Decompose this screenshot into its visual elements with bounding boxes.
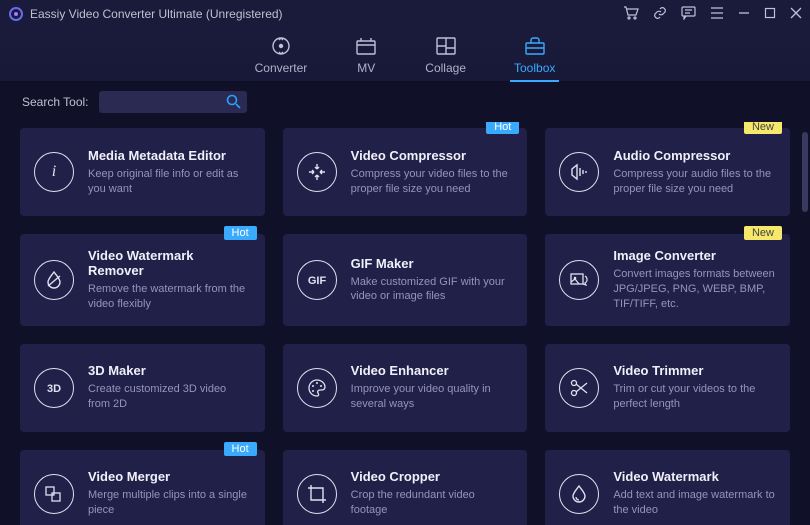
tool-card-video-watermark[interactable]: Video Watermark Add text and image waterm… xyxy=(545,450,790,525)
searchbar: Search Tool: xyxy=(0,82,810,122)
img-convert-icon xyxy=(559,260,599,300)
tab-toolbox[interactable]: Toolbox xyxy=(514,35,555,81)
card-title: GIF Maker xyxy=(351,256,514,271)
tool-card-gif-maker[interactable]: GIF Maker Make customized GIF with your v… xyxy=(283,234,528,326)
new-badge: New xyxy=(744,226,782,240)
tool-card-video-merger[interactable]: HotVideo MergerMerge multiple clips into… xyxy=(20,450,265,525)
mv-icon xyxy=(355,35,377,57)
card-title: Video Watermark Remover xyxy=(88,248,251,278)
merge-icon xyxy=(34,474,74,514)
collage-icon xyxy=(435,35,457,57)
tool-card-video-compressor[interactable]: HotVideo CompressorCompress your video f… xyxy=(283,128,528,216)
tab-label: Toolbox xyxy=(514,61,555,75)
card-text: GIF Maker Make customized GIF with your v… xyxy=(351,256,514,305)
hot-badge: Hot xyxy=(224,226,257,240)
scissors-icon xyxy=(559,368,599,408)
minimize-icon[interactable] xyxy=(738,7,750,22)
hot-badge: Hot xyxy=(486,122,519,134)
card-desc: Keep original file info or edit as you w… xyxy=(88,167,251,197)
close-icon[interactable] xyxy=(790,7,802,22)
card-text: Video Cropper Crop the redundant video fo… xyxy=(351,469,514,518)
card-desc: Merge multiple clips into a single piece xyxy=(88,488,251,518)
crop-icon xyxy=(297,474,337,514)
audio-compress-icon xyxy=(559,152,599,192)
converter-icon xyxy=(270,35,292,57)
search-input[interactable] xyxy=(99,91,247,113)
card-desc: Trim or cut your videos to the perfect l… xyxy=(613,382,776,412)
card-title: Video Watermark xyxy=(613,469,776,484)
tab-label: Collage xyxy=(425,61,466,75)
tool-grid-scroll[interactable]: Media Metadata Editor Keep original file … xyxy=(0,122,810,525)
card-title: 3D Maker xyxy=(88,363,251,378)
toolbox-icon xyxy=(524,35,546,57)
tool-card-video-cropper[interactable]: Video Cropper Crop the redundant video fo… xyxy=(283,450,528,525)
titlebar: Eassiy Video Converter Ultimate (Unregis… xyxy=(0,0,810,28)
tab-converter[interactable]: Converter xyxy=(255,35,308,81)
tab-collage[interactable]: Collage xyxy=(425,35,466,81)
compress-icon xyxy=(297,152,337,192)
card-desc: Compress your video files to the proper … xyxy=(351,167,514,197)
tab-label: Converter xyxy=(255,61,308,75)
card-text: Video Trimmer Trim or cut your videos to … xyxy=(613,363,776,412)
tool-card-3d-maker[interactable]: 3D Maker Create customized 3D video from … xyxy=(20,344,265,432)
gif-icon xyxy=(297,260,337,300)
tab-mv[interactable]: MV xyxy=(355,35,377,81)
tab-label: MV xyxy=(357,61,375,75)
card-title: Video Enhancer xyxy=(351,363,514,378)
3d-icon xyxy=(34,368,74,408)
card-text: Video Watermark Remover Remove the waterm… xyxy=(88,248,251,312)
card-title: Image Converter xyxy=(613,248,776,263)
card-title: Video Trimmer xyxy=(613,363,776,378)
search-icon[interactable] xyxy=(226,94,241,112)
tool-card-audio-compressor[interactable]: NewAudio CompressorCompress your audio f… xyxy=(545,128,790,216)
tool-card-video-enhancer[interactable]: Video Enhancer Improve your video quality… xyxy=(283,344,528,432)
new-badge: New xyxy=(744,122,782,134)
card-desc: Create customized 3D video from 2D xyxy=(88,382,251,412)
navbar: Converter MV Collage Toolbox xyxy=(0,28,810,82)
menu-icon[interactable] xyxy=(710,7,724,22)
card-text: Video Enhancer Improve your video quality… xyxy=(351,363,514,412)
card-desc: Convert images formats between JPG/JPEG,… xyxy=(613,267,776,312)
tool-card-video-watermark-remover[interactable]: HotVideo Watermark RemoverRemove the wat… xyxy=(20,234,265,326)
card-text: Video Merger Merge multiple clips into a … xyxy=(88,469,251,518)
card-desc: Add text and image watermark to the vide… xyxy=(613,488,776,518)
card-desc: Remove the watermark from the video flex… xyxy=(88,282,251,312)
card-text: Audio Compressor Compress your audio file… xyxy=(613,148,776,197)
app-logo-icon xyxy=(8,6,24,22)
search-label: Search Tool: xyxy=(22,95,89,109)
card-desc: Compress your audio files to the proper … xyxy=(613,167,776,197)
maximize-icon[interactable] xyxy=(764,7,776,22)
tool-card-video-trimmer[interactable]: Video Trimmer Trim or cut your videos to … xyxy=(545,344,790,432)
tool-card-media-metadata-editor[interactable]: Media Metadata Editor Keep original file … xyxy=(20,128,265,216)
cart-icon[interactable] xyxy=(623,6,639,23)
scrollbar-thumb[interactable] xyxy=(802,132,808,212)
card-title: Audio Compressor xyxy=(613,148,776,163)
card-desc: Crop the redundant video footage xyxy=(351,488,514,518)
card-title: Video Compressor xyxy=(351,148,514,163)
card-title: Media Metadata Editor xyxy=(88,148,251,163)
card-desc: Improve your video quality in several wa… xyxy=(351,382,514,412)
tool-card-image-converter[interactable]: NewImage ConverterConvert images formats… xyxy=(545,234,790,326)
feedback-icon[interactable] xyxy=(681,6,696,23)
card-text: Image Converter Convert images formats be… xyxy=(613,248,776,312)
card-desc: Make customized GIF with your video or i… xyxy=(351,275,514,305)
card-text: 3D Maker Create customized 3D video from … xyxy=(88,363,251,412)
info-icon xyxy=(34,152,74,192)
card-title: Video Merger xyxy=(88,469,251,484)
hot-badge: Hot xyxy=(224,442,257,456)
palette-icon xyxy=(297,368,337,408)
link-icon[interactable] xyxy=(653,6,667,23)
card-title: Video Cropper xyxy=(351,469,514,484)
app-title: Eassiy Video Converter Ultimate (Unregis… xyxy=(30,7,283,21)
drop-icon xyxy=(34,260,74,300)
card-text: Video Watermark Add text and image waterm… xyxy=(613,469,776,518)
card-text: Media Metadata Editor Keep original file … xyxy=(88,148,251,197)
watermark-icon xyxy=(559,474,599,514)
card-text: Video Compressor Compress your video file… xyxy=(351,148,514,197)
